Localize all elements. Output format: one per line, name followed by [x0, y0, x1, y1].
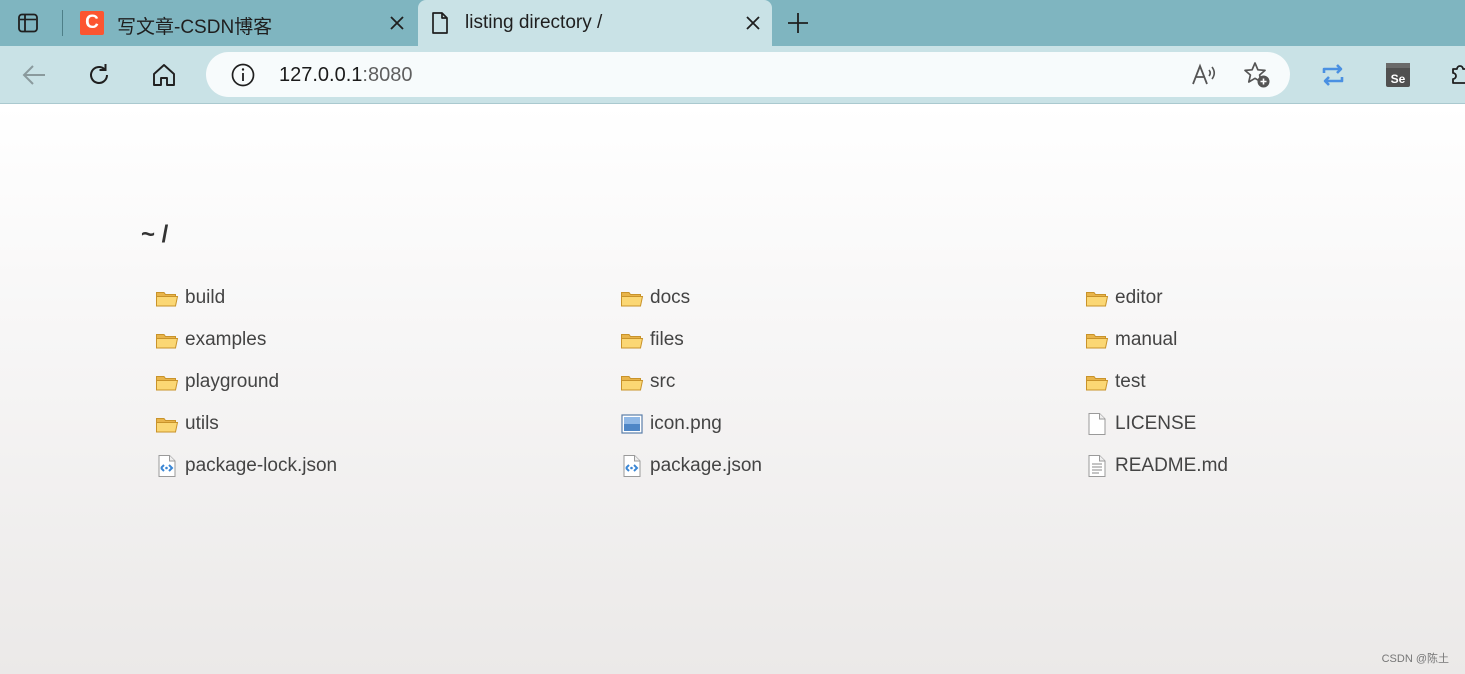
- tab-csdn[interactable]: C 写文章-CSDN博客: [70, 0, 416, 46]
- svg-text:Se: Se: [1391, 72, 1406, 86]
- info-icon: [231, 63, 255, 87]
- tab-title: listing directory /: [465, 12, 603, 33]
- close-icon: [390, 16, 404, 30]
- folder-link[interactable]: test: [1085, 369, 1146, 395]
- entry-name: LICENSE: [1115, 413, 1197, 434]
- folder-link[interactable]: editor: [1085, 285, 1163, 311]
- back-arrow-icon: [22, 65, 45, 85]
- close-icon: [746, 16, 760, 30]
- url-host: 127.0.0.1: [279, 64, 363, 86]
- folder-link[interactable]: manual: [1085, 327, 1177, 353]
- tab-actions-button[interactable]: [6, 8, 50, 38]
- extension-sync-button[interactable]: [1316, 58, 1350, 92]
- selenium-icon: Se: [1386, 63, 1410, 87]
- extensions-button[interactable]: [1443, 58, 1465, 92]
- tab-strip-divider: [62, 10, 63, 36]
- new-tab-button[interactable]: [784, 9, 812, 37]
- entry-name: package.json: [650, 455, 762, 476]
- text-file-icon: [1085, 454, 1109, 478]
- folder-icon: [1085, 286, 1109, 310]
- folder-link[interactable]: playground: [155, 369, 279, 395]
- entry-name: test: [1115, 371, 1146, 392]
- folder-icon: [155, 328, 179, 352]
- refresh-button[interactable]: [82, 58, 116, 92]
- page-icon: [432, 12, 448, 34]
- folder-icon: [155, 286, 179, 310]
- read-aloud-icon: [1192, 63, 1216, 85]
- refresh-icon: [90, 64, 108, 84]
- json-file-icon: [620, 454, 644, 478]
- home-icon: [153, 64, 175, 86]
- entry-name: examples: [185, 329, 267, 350]
- site-info-button[interactable]: [230, 62, 256, 88]
- selenium-extension-button[interactable]: Se: [1381, 58, 1415, 92]
- file-link[interactable]: package.json: [620, 453, 762, 479]
- entry-name: manual: [1115, 329, 1178, 350]
- puzzle-icon: [1452, 65, 1465, 84]
- url-port: :8080: [362, 64, 413, 86]
- page-favicon: [428, 11, 452, 35]
- back-button[interactable]: [17, 58, 51, 92]
- directory-heading: ~ /: [141, 221, 169, 248]
- folder-link[interactable]: src: [620, 369, 675, 395]
- json-file-icon: [155, 454, 179, 478]
- home-button[interactable]: [147, 58, 181, 92]
- sync-arrows-icon: [1322, 64, 1344, 86]
- tab-actions-icon: [18, 13, 38, 33]
- plus-icon: [788, 13, 808, 33]
- entry-name: utils: [185, 413, 219, 434]
- entry-name: icon.png: [650, 413, 722, 434]
- folder-icon: [155, 412, 179, 436]
- entry-name: files: [650, 329, 684, 350]
- folder-link[interactable]: files: [620, 327, 684, 353]
- address-bar[interactable]: 127.0.0.1:8080: [206, 52, 1290, 97]
- folder-link[interactable]: utils: [155, 411, 219, 437]
- entry-name: package-lock.json: [185, 455, 338, 476]
- csdn-favicon: C: [80, 11, 104, 35]
- entry-name: README.md: [1115, 455, 1228, 476]
- tab-close-button[interactable]: [742, 12, 764, 34]
- tab-title: 写文章-CSDN博客: [117, 17, 273, 38]
- entry-name: src: [650, 371, 676, 392]
- entry-name: build: [185, 287, 226, 308]
- csdn-logo-icon: C: [80, 11, 104, 35]
- file-icon: [1085, 412, 1109, 436]
- folder-icon: [620, 328, 644, 352]
- image-file-icon: [620, 412, 644, 436]
- entry-name: playground: [185, 371, 280, 392]
- browser-toolbar: 127.0.0.1:8080 Se: [0, 46, 1465, 104]
- file-link[interactable]: LICENSE: [1085, 411, 1196, 437]
- read-aloud-button[interactable]: [1189, 60, 1219, 90]
- entry-name: editor: [1115, 287, 1163, 308]
- url-text[interactable]: 127.0.0.1:8080: [279, 64, 412, 87]
- folder-icon: [620, 370, 644, 394]
- folder-icon: [1085, 370, 1109, 394]
- watermark: CSDN @陈土: [1381, 653, 1449, 665]
- tab-listing-directory[interactable]: listing directory /: [418, 0, 772, 46]
- tab-close-button[interactable]: [386, 12, 408, 34]
- folder-icon: [155, 370, 179, 394]
- entry-name: docs: [650, 287, 691, 308]
- star-add-icon: [1244, 62, 1270, 88]
- file-link[interactable]: README.md: [1085, 453, 1228, 479]
- file-link[interactable]: icon.png: [620, 411, 722, 437]
- folder-link[interactable]: docs: [620, 285, 690, 311]
- page-content: ~ / build docs editor examples files manual pl…: [0, 104, 1465, 674]
- folder-link[interactable]: examples: [155, 327, 266, 353]
- add-favorite-button[interactable]: [1242, 60, 1272, 90]
- file-link[interactable]: package-lock.json: [155, 453, 337, 479]
- folder-icon: [1085, 328, 1109, 352]
- folder-link[interactable]: build: [155, 285, 225, 311]
- folder-icon: [620, 286, 644, 310]
- tab-strip: C 写文章-CSDN博客 listing directory /: [0, 0, 1465, 46]
